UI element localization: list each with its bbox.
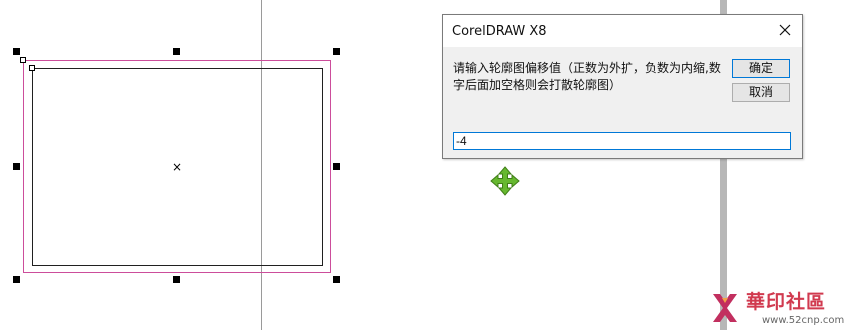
ok-button[interactable]: 确定 xyxy=(732,59,790,78)
corner-node[interactable] xyxy=(29,65,35,71)
corner-node[interactable] xyxy=(20,57,26,63)
dialog-titlebar[interactable]: CorelDRAW X8 xyxy=(443,15,802,47)
center-mark-icon: × xyxy=(172,160,183,174)
selection-handle[interactable] xyxy=(333,48,340,55)
move-cursor-icon xyxy=(490,166,520,196)
watermark-title: 華印社區 xyxy=(746,291,827,313)
watermark-url: www.52cnp.com xyxy=(762,315,844,326)
cancel-button[interactable]: 取消 xyxy=(732,83,790,102)
selection-handle[interactable] xyxy=(13,163,20,170)
selection-handle[interactable] xyxy=(173,276,180,283)
close-icon[interactable] xyxy=(778,23,792,37)
offset-dialog: CorelDRAW X8 请输入轮廓图偏移值（正数为外扩，负数为内缩,数字后面加… xyxy=(442,14,803,159)
selection-handle[interactable] xyxy=(173,48,180,55)
dialog-title: CorelDRAW X8 xyxy=(452,24,547,39)
selection-handle[interactable] xyxy=(13,48,20,55)
logo-icon xyxy=(713,294,737,322)
offset-input[interactable] xyxy=(453,132,791,150)
selection-handle[interactable] xyxy=(13,276,20,283)
selection-handle[interactable] xyxy=(333,163,340,170)
watermark: 華印社區 www.52cnp.com xyxy=(708,290,844,330)
dialog-message: 请输入轮廓图偏移值（正数为外扩，负数为内缩,数字后面加空格则会打散轮廓图） xyxy=(453,61,721,92)
selection-handle[interactable] xyxy=(333,276,340,283)
